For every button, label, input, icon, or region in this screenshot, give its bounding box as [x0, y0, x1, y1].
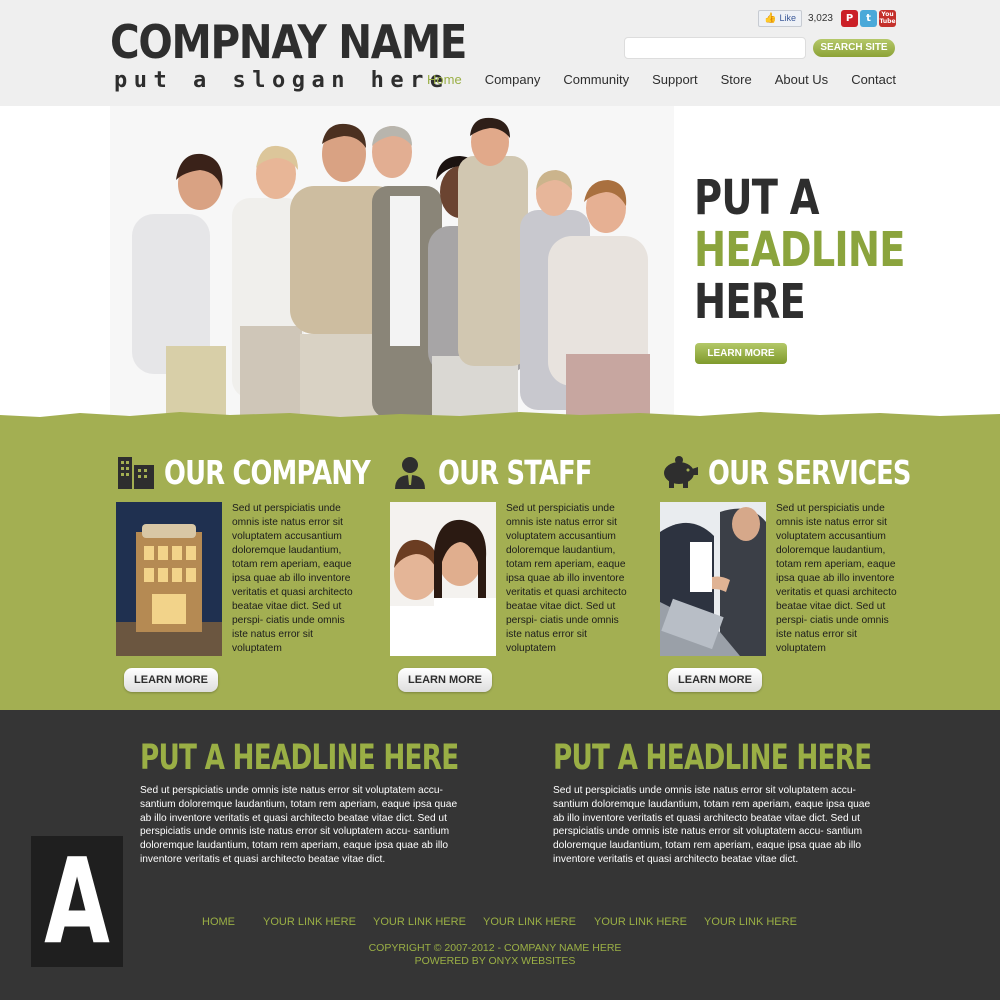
- nav-item-home[interactable]: Home: [427, 72, 462, 87]
- buildings-icon: [116, 452, 156, 492]
- feature-header: OUR COMPANY: [116, 452, 428, 492]
- feature-title: OUR SERVICES: [708, 452, 911, 492]
- services-photo: [660, 502, 766, 656]
- hero-learn-more-button[interactable]: LEARN MORE: [695, 343, 787, 364]
- pinterest-icon[interactable]: P: [841, 9, 858, 27]
- team-people-illustration: [132, 117, 650, 418]
- hero-headline-line2: HEADLINE: [694, 222, 905, 278]
- feature-text: Sed ut perspiciatis unde omnis iste natu…: [506, 503, 627, 654]
- search-button[interactable]: SEARCH SITE: [813, 39, 895, 57]
- footer-link[interactable]: YOUR LINK HERE: [263, 916, 356, 928]
- facebook-like-button[interactable]: 👍 Like: [758, 9, 802, 27]
- powered-by-text[interactable]: POWERED BY ONYX WEBSITES: [0, 955, 990, 968]
- nav-item-company[interactable]: Company: [485, 72, 541, 87]
- feature-header: OUR STAFF: [390, 452, 635, 492]
- logo-company-name[interactable]: COMPNAY NAME: [110, 16, 467, 68]
- nav-item-community[interactable]: Community: [563, 72, 629, 87]
- building-photo: [116, 502, 222, 656]
- footer-link[interactable]: YOUR LINK HERE: [594, 916, 687, 928]
- badge-letter: A: [44, 832, 110, 970]
- hero-team-photo: [110, 106, 674, 418]
- nav-item-store[interactable]: Store: [721, 72, 752, 87]
- copyright-text: COPYRIGHT © 2007-2012 - COMPANY NAME HER…: [368, 942, 622, 954]
- feature-title: OUR STAFF: [438, 452, 593, 492]
- company-learn-more-button[interactable]: LEARN MORE: [124, 668, 218, 692]
- footer-link[interactable]: YOUR LINK HERE: [483, 916, 576, 928]
- main-nav: Home Company Community Support Store Abo…: [404, 72, 896, 87]
- torn-paper-edge: [0, 412, 1000, 425]
- hero-headline-line3: HERE: [694, 274, 806, 330]
- like-label: Like: [779, 13, 796, 23]
- youtube-text-top: You: [881, 11, 894, 18]
- services-learn-more-button[interactable]: LEARN MORE: [668, 668, 762, 692]
- bottom-headline-left: PUT A HEADLINE HERE: [140, 738, 459, 778]
- social-bar: 👍 Like 3,023 P t You Tube: [758, 9, 896, 27]
- nav-item-support[interactable]: Support: [652, 72, 698, 87]
- staff-learn-more-button[interactable]: LEARN MORE: [398, 668, 492, 692]
- bottom-text-right: Sed ut perspiciatis unde omnis iste natu…: [553, 785, 871, 865]
- feature-title: OUR COMPANY: [164, 452, 371, 492]
- feature-header: OUR SERVICES: [660, 452, 968, 492]
- bottom-headline-right: PUT A HEADLINE HERE: [553, 738, 872, 778]
- footer-link-home[interactable]: HOME: [202, 916, 235, 928]
- youtube-text-bottom: Tube: [879, 18, 896, 25]
- letter-badge: A: [31, 836, 123, 967]
- nav-item-contact[interactable]: Contact: [851, 72, 896, 87]
- feature-text: Sed ut perspiciatis unde omnis iste natu…: [232, 503, 353, 654]
- footer-link[interactable]: YOUR LINK HERE: [704, 916, 797, 928]
- search-input[interactable]: [624, 37, 806, 59]
- copyright-block: COPYRIGHT © 2007-2012 - COMPANY NAME HER…: [0, 942, 990, 968]
- staff-photo: [390, 502, 496, 656]
- footer-link[interactable]: YOUR LINK HERE: [373, 916, 466, 928]
- bottom-text-left: Sed ut perspiciatis unde omnis iste natu…: [140, 785, 458, 865]
- hero-headline-line1: PUT A: [694, 170, 819, 226]
- hero-headline: PUT A HEADLINE HERE: [694, 172, 905, 328]
- staff-person-icon: [390, 452, 430, 492]
- piggy-bank-icon: [660, 452, 700, 492]
- like-count: 3,023: [807, 12, 833, 24]
- nav-item-about-us[interactable]: About Us: [775, 72, 828, 87]
- logo-slogan: put a slogan here: [114, 68, 450, 93]
- thumbs-up-icon: 👍: [764, 12, 777, 24]
- twitter-icon[interactable]: t: [860, 9, 877, 27]
- youtube-icon[interactable]: You Tube: [879, 9, 896, 27]
- feature-text: Sed ut perspiciatis unde omnis iste natu…: [776, 503, 897, 654]
